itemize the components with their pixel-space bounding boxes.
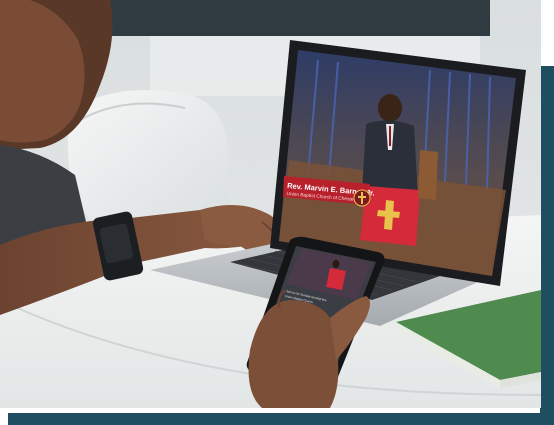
- white-chair: [67, 90, 231, 225]
- frame-accent-bottom: [8, 413, 554, 425]
- background-shelf: [90, 0, 490, 36]
- photo: Rev. Marvin E. Barner Jr. Union Baptist …: [0, 0, 541, 408]
- frame-accent-right: [540, 66, 554, 425]
